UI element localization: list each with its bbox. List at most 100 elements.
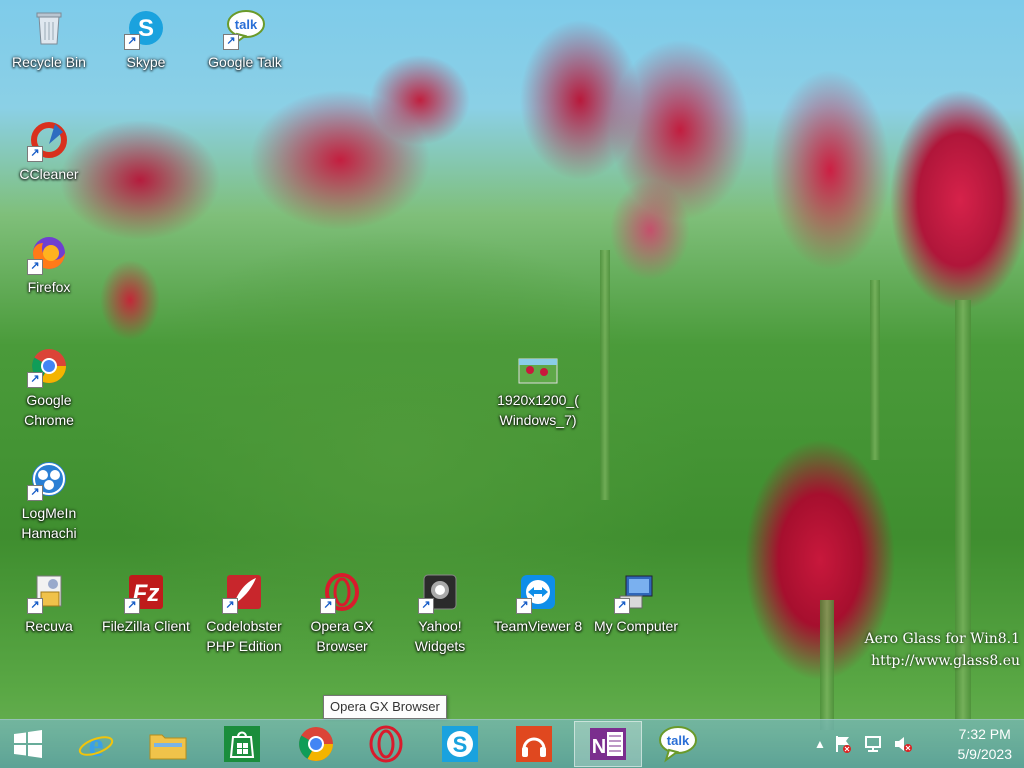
internet-explorer-icon: e: [78, 727, 114, 762]
system-tray: ▲: [812, 720, 918, 768]
svg-text:S: S: [453, 732, 468, 757]
desktop-icon-skype[interactable]: S ↗ Skype: [98, 8, 194, 72]
windows-logo-icon: [14, 730, 42, 758]
skype-icon: S ↗: [124, 8, 166, 50]
taskbar-skype[interactable]: S: [430, 721, 490, 767]
start-button[interactable]: [0, 721, 56, 767]
chrome-icon: ↗: [27, 346, 69, 388]
shortcut-arrow-icon: ↗: [27, 485, 43, 501]
taskbar-tooltip: Opera GX Browser: [323, 695, 447, 719]
shortcut-arrow-icon: ↗: [27, 598, 43, 614]
image-thumbnail-icon: [518, 358, 558, 384]
shortcut-arrow-icon: ↗: [320, 598, 336, 614]
watermark-line: Aero Glass for Win8.1: [864, 631, 1020, 647]
taskbar-file-explorer[interactable]: [138, 721, 198, 767]
shortcut-arrow-icon: ↗: [516, 598, 532, 614]
svg-text:e: e: [88, 727, 103, 762]
taskbar-internet-explorer[interactable]: e: [66, 721, 126, 767]
taskbar-chrome[interactable]: [286, 721, 346, 767]
tulip-stem: [820, 600, 834, 730]
shortcut-arrow-icon: ↗: [614, 598, 630, 614]
action-center-flag-icon[interactable]: [828, 734, 858, 754]
taskbar-music[interactable]: [504, 721, 564, 767]
desktop-icon-google-chrome[interactable]: ↗ Google Chrome: [1, 346, 97, 430]
desktop-icon-filezilla-client[interactable]: Fz ↗ FileZilla Client: [98, 572, 194, 636]
taskbar-onenote[interactable]: N: [574, 721, 642, 767]
watermark-url: http://www.glass8.eu: [871, 653, 1020, 669]
filezilla-icon: Fz ↗: [124, 572, 166, 614]
taskbar-opera-gx[interactable]: [356, 721, 416, 767]
svg-text:N: N: [592, 736, 606, 758]
icon-label: Recycle Bin: [12, 54, 86, 70]
desktop-icon-logmein-hamachi[interactable]: ↗ LogMeIn Hamachi: [1, 459, 97, 543]
icon-label: Recuva: [25, 618, 73, 634]
icon-label: Codelobster PHP Edition: [206, 618, 282, 654]
skype-icon: S: [442, 726, 478, 762]
desktop-icon-ccleaner[interactable]: ↗ CCleaner: [1, 120, 97, 184]
icon-label: TeamViewer 8: [493, 618, 583, 634]
tulip-stem: [600, 250, 610, 500]
icon-label: 1920x1200_( Windows_7): [497, 392, 579, 428]
codelobster-icon: ↗: [222, 572, 264, 614]
clock-date: 5/9/2023: [957, 746, 1013, 762]
shortcut-arrow-icon: ↗: [27, 146, 43, 162]
taskbar-google-talk[interactable]: talk: [648, 721, 708, 767]
icon-label: FileZilla Client: [102, 618, 190, 634]
shortcut-arrow-icon: ↗: [223, 34, 239, 50]
shortcut-arrow-icon: ↗: [124, 34, 140, 50]
aero-glass-watermark: Aero Glass for Win8.1 http://www.glass8.…: [865, 628, 1020, 672]
yahoo-widgets-icon: ↗: [418, 572, 460, 614]
show-hidden-icons-chevron-up-icon[interactable]: ▲: [812, 737, 828, 751]
icon-label: My Computer: [593, 618, 679, 634]
taskbar: e S N talk ▲ 7:32 PM 5/9/2023: [0, 719, 1024, 768]
onenote-icon: N: [590, 728, 626, 760]
computer-icon: ↗: [614, 572, 656, 614]
desktop-icon-wallpaper-file[interactable]: 1920x1200_( Windows_7): [490, 358, 586, 430]
google-talk-icon: talk ↗: [223, 8, 265, 50]
store-icon: [224, 726, 260, 762]
recuva-icon: ↗: [27, 572, 69, 614]
taskbar-clock[interactable]: 7:32 PM 5/9/2023: [958, 724, 1013, 764]
ccleaner-icon: ↗: [27, 120, 69, 162]
opera-gx-icon: [369, 725, 403, 763]
volume-muted-icon[interactable]: [888, 734, 918, 754]
shortcut-arrow-icon: ↗: [124, 598, 140, 614]
desktop-icon-yahoo-widgets[interactable]: ↗ Yahoo! Widgets: [392, 572, 488, 656]
taskbar-store[interactable]: [212, 721, 272, 767]
shortcut-arrow-icon: ↗: [222, 598, 238, 614]
icon-label: Skype: [126, 54, 166, 70]
icon-label: LogMeIn Hamachi: [21, 505, 77, 541]
shortcut-arrow-icon: ↗: [27, 372, 43, 388]
svg-text:S: S: [138, 15, 154, 42]
tulip-stem: [870, 280, 880, 460]
opera-gx-icon: ↗: [320, 572, 362, 614]
google-talk-icon: talk: [659, 726, 697, 763]
desktop-icon-recuva[interactable]: ↗ Recuva: [1, 572, 97, 636]
chrome-icon: [299, 727, 333, 761]
headphones-icon: [516, 726, 552, 762]
icon-label: Google Chrome: [24, 392, 74, 428]
network-icon[interactable]: [858, 734, 888, 754]
shortcut-arrow-icon: ↗: [418, 598, 434, 614]
folder-icon: [149, 734, 187, 760]
icon-label: Opera GX Browser: [310, 618, 374, 654]
hamachi-icon: ↗: [27, 459, 69, 501]
icon-label: Google Talk: [208, 54, 282, 70]
desktop-icon-codelobster[interactable]: ↗ Codelobster PHP Edition: [196, 572, 292, 656]
teamviewer-icon: ↗: [516, 572, 558, 614]
shortcut-arrow-icon: ↗: [27, 259, 43, 275]
icon-label: Firefox: [27, 279, 71, 295]
icon-label: CCleaner: [19, 166, 79, 182]
desktop-icon-firefox[interactable]: ↗ Firefox: [1, 233, 97, 297]
desktop-icon-google-talk[interactable]: talk ↗ Google Talk: [197, 8, 293, 72]
icon-label: Yahoo! Widgets: [414, 618, 466, 654]
desktop-icon-opera-gx[interactable]: ↗ Opera GX Browser: [294, 572, 390, 656]
recycle-bin-icon: [29, 8, 69, 48]
desktop-icon-recycle-bin[interactable]: Recycle Bin: [1, 8, 97, 72]
firefox-icon: ↗: [27, 233, 69, 275]
desktop-icon-teamviewer[interactable]: ↗ TeamViewer 8: [490, 572, 586, 636]
desktop-icon-my-computer[interactable]: ↗ My Computer: [588, 572, 684, 636]
svg-text:talk: talk: [235, 17, 258, 32]
clock-time: 7:32 PM: [958, 726, 1011, 742]
svg-text:talk: talk: [667, 733, 690, 748]
